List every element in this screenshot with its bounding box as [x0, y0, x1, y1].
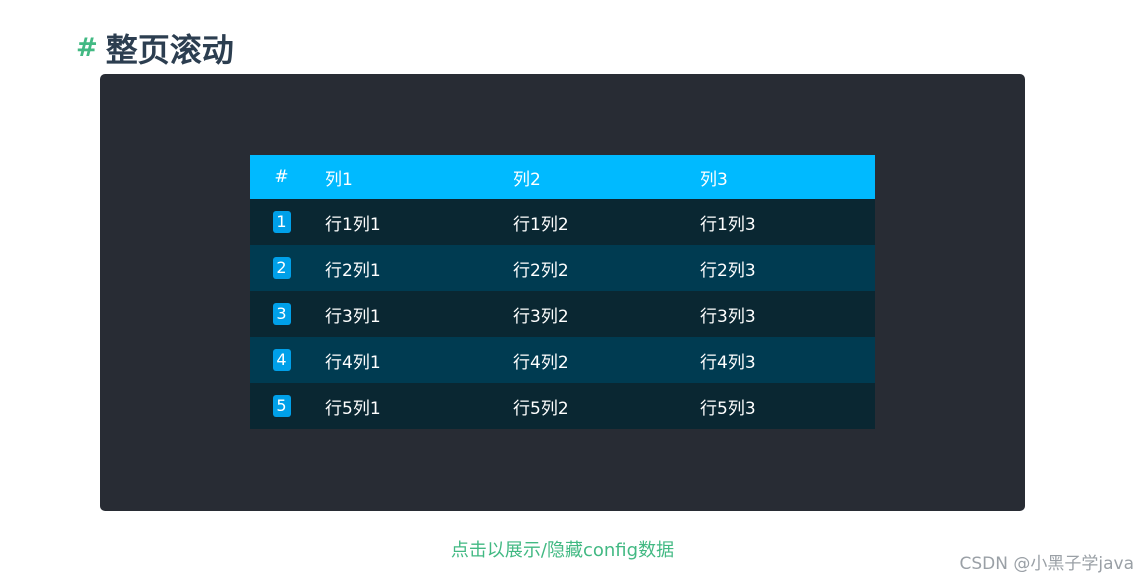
table-cell: 行1列1	[325, 214, 381, 235]
index-badge: 3	[272, 303, 291, 325]
row-index-cell: 3	[250, 303, 313, 325]
header-column-1: 列1	[325, 169, 353, 190]
row-index-cell: 1	[250, 211, 313, 233]
table-row[interactable]: 4 行4列1 行4列2 行4列3	[250, 337, 875, 383]
table-row[interactable]: 1 行1列1 行1列2 行1列3	[250, 199, 875, 245]
table-row[interactable]: 2 行2列1 行2列2 行2列3	[250, 245, 875, 291]
table-cell: 行5列2	[513, 398, 569, 419]
table-cell: 行4列2	[513, 352, 569, 373]
index-badge: 1	[272, 211, 291, 233]
header-index: #	[274, 167, 289, 187]
table-cell: 行4列1	[325, 352, 381, 373]
index-badge: 5	[272, 395, 291, 417]
table-row[interactable]: 5 行5列1 行5列2 行5列3	[250, 383, 875, 429]
toggle-config-link[interactable]: 点击以展示/隐藏config数据	[0, 536, 1125, 562]
page: # 整页滚动 # 列1 列2 列3 1 行1列1 行1列2 行1列3 2 行2列…	[0, 0, 1146, 582]
table-cell: 行2列1	[325, 260, 381, 281]
table-cell: 行4列3	[700, 352, 756, 373]
table-cell: 行1列2	[513, 214, 569, 235]
header-column-3: 列3	[700, 169, 728, 190]
header-column-2: 列2	[513, 169, 541, 190]
table-cell: 行3列1	[325, 306, 381, 327]
demo-container: # 列1 列2 列3 1 行1列1 行1列2 行1列3 2 行2列1 行2列2 …	[100, 74, 1025, 511]
table-cell: 行5列3	[700, 398, 756, 419]
row-index-cell: 5	[250, 395, 313, 417]
index-badge: 2	[272, 257, 291, 279]
section-heading: # 整页滚动	[76, 26, 234, 70]
table-cell: 行1列3	[700, 214, 756, 235]
table-header: # 列1 列2 列3	[250, 155, 875, 199]
page-title: 整页滚动	[105, 31, 234, 69]
table-cell: 行3列3	[700, 306, 756, 327]
table-cell: 行2列3	[700, 260, 756, 281]
table-row[interactable]: 3 行3列1 行3列2 行3列3	[250, 291, 875, 337]
row-index-cell: 2	[250, 257, 313, 279]
table-cell: 行3列2	[513, 306, 569, 327]
table-cell: 行5列1	[325, 398, 381, 419]
index-badge: 4	[272, 349, 291, 371]
watermark: CSDN @小黑子学java	[959, 554, 1135, 574]
table-cell: 行2列2	[513, 260, 569, 281]
row-index-cell: 4	[250, 349, 313, 371]
scroll-board: # 列1 列2 列3 1 行1列1 行1列2 行1列3 2 行2列1 行2列2 …	[250, 155, 875, 430]
heading-anchor-link[interactable]: #	[76, 33, 98, 63]
